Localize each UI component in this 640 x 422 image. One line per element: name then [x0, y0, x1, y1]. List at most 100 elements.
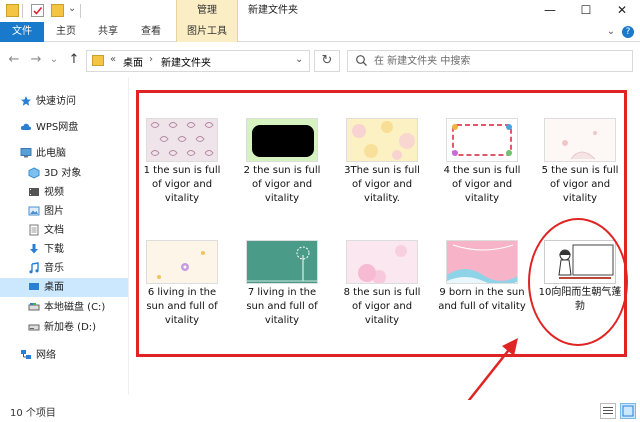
breadcrumb-new-folder[interactable]: 新建文件夹: [161, 54, 211, 69]
drive-icon: [28, 301, 40, 313]
sidebar-item-label: 桌面: [44, 282, 64, 293]
file-name: 7 living in the sun and full of vitality: [246, 287, 318, 326]
address-bar[interactable]: « 桌面 › 新建文件夹 ⌄: [86, 50, 310, 72]
image-thumbnail: [544, 118, 616, 162]
image-thumbnail: [346, 118, 418, 162]
sidebar-item-pictures[interactable]: 图片: [0, 202, 128, 221]
sidebar-item-drive-d[interactable]: 新加卷 (D:): [0, 318, 128, 337]
sidebar-item-label: 下载: [44, 244, 64, 255]
recent-locations-icon[interactable]: ⌄: [46, 52, 62, 68]
file-name: 4 the sun is full of vigor and vitality: [443, 165, 521, 204]
tab-share[interactable]: 共享: [90, 22, 126, 42]
tab-home[interactable]: 主页: [48, 22, 84, 42]
sidebar-item-drive-c[interactable]: 本地磁盘 (C:): [0, 298, 128, 317]
desktop-icon: [28, 281, 40, 293]
up-button[interactable]: ↑: [66, 52, 82, 68]
address-dropdown-icon[interactable]: ⌄: [295, 54, 303, 65]
quick-access-dropdown-icon[interactable]: ⌄: [68, 3, 76, 14]
folder-icon: [6, 4, 19, 17]
title-bar: ⌄ 管理 新建文件夹 — ☐ ✕: [0, 0, 640, 22]
maximize-button[interactable]: ☐: [568, 0, 604, 22]
file-name: 9 born in the sun and full of vitality: [438, 287, 526, 312]
image-thumbnail: [146, 240, 218, 284]
file-name: 8 the sun is full of vigor and vitality: [343, 287, 421, 326]
cloud-icon: [20, 121, 32, 133]
search-input[interactable]: [374, 54, 624, 68]
sidebar-item-videos[interactable]: 视频: [0, 183, 128, 202]
navigation-pane: 快速访问 WPS网盘 此电脑 3D 对象 视频 图片 文档 下载 音乐 桌面 本…: [0, 78, 128, 394]
download-icon: [28, 243, 40, 255]
image-thumbnail: [246, 118, 318, 162]
sidebar-item-label: 此电脑: [36, 148, 66, 159]
sidebar-item-label: 3D 对象: [44, 168, 82, 179]
computer-icon: [20, 147, 32, 159]
breadcrumb-desktop[interactable]: 桌面: [123, 54, 143, 69]
tab-view[interactable]: 查看: [133, 22, 169, 42]
music-icon: [28, 262, 40, 274]
sidebar-item-desktop[interactable]: 桌面: [0, 278, 128, 297]
sidebar-item-label: WPS网盘: [36, 122, 79, 133]
item-count: 10 个项目: [10, 408, 56, 419]
sidebar-item-label: 视频: [44, 187, 64, 198]
sidebar-item-label: 新加卷 (D:): [44, 322, 97, 333]
navigation-bar: ← → ⌄ ↑ « 桌面 › 新建文件夹 ⌄ ↻: [0, 43, 640, 77]
sidebar-item-quick-access[interactable]: 快速访问: [0, 92, 128, 111]
breadcrumb-separator-icon: ›: [149, 54, 153, 65]
ribbon-tabs: 文件 主页 共享 查看 图片工具 ⌄ ?: [0, 22, 640, 42]
sidebar-item-label: 音乐: [44, 263, 64, 274]
sidebar-item-label: 本地磁盘 (C:): [44, 302, 106, 313]
sidebar-item-music[interactable]: 音乐: [0, 259, 128, 278]
image-thumbnail: [446, 240, 518, 284]
sidebar-item-3d-objects[interactable]: 3D 对象: [0, 164, 128, 183]
new-folder-icon[interactable]: [51, 4, 64, 17]
window-title: 新建文件夹: [248, 5, 298, 16]
search-box[interactable]: [347, 50, 633, 72]
folder-icon: [92, 55, 104, 66]
divider: [80, 4, 81, 18]
annotation-arrow: [465, 338, 518, 405]
sidebar-item-this-pc[interactable]: 此电脑: [0, 144, 128, 163]
image-thumbnail: [446, 118, 518, 162]
sidebar-item-label: 图片: [44, 206, 64, 217]
network-icon: [20, 349, 32, 361]
back-button[interactable]: ←: [6, 52, 22, 68]
video-icon: [28, 186, 40, 198]
pane-splitter[interactable]: [128, 78, 129, 394]
image-thumbnail: [246, 240, 318, 284]
search-icon: [355, 54, 368, 70]
sidebar-item-wps-cloud[interactable]: WPS网盘: [0, 118, 128, 137]
sidebar-item-downloads[interactable]: 下载: [0, 240, 128, 259]
file-name: 1 the sun is full of vigor and vitality: [143, 165, 221, 204]
sidebar-item-label: 文档: [44, 225, 64, 236]
document-icon: [28, 224, 40, 236]
image-thumbnail: [146, 118, 218, 162]
help-icon[interactable]: ?: [622, 26, 634, 38]
details-view-button[interactable]: [600, 403, 616, 419]
drive-icon: [28, 321, 40, 333]
highlight-circle: [528, 218, 628, 346]
tab-file[interactable]: 文件: [0, 22, 44, 42]
refresh-button[interactable]: ↻: [314, 50, 340, 72]
large-icons-view-button[interactable]: [620, 403, 636, 419]
sidebar-item-documents[interactable]: 文档: [0, 221, 128, 240]
forward-button[interactable]: →: [28, 52, 44, 68]
status-bar: 10 个项目: [0, 400, 640, 422]
ribbon-expand-icon[interactable]: ⌄: [604, 22, 618, 42]
file-name: 3The sun is full of vigor and vitality.: [344, 165, 420, 204]
manage-tab-header: 管理: [176, 0, 238, 22]
file-name: 6 living in the sun and full of vitality: [146, 287, 218, 326]
sidebar-item-network[interactable]: 网络: [0, 346, 128, 365]
sidebar-item-label: 快速访问: [36, 96, 76, 107]
tab-picture-tools[interactable]: 图片工具: [176, 22, 238, 42]
star-icon: [20, 95, 32, 107]
divider: [22, 4, 23, 18]
breadcrumb-overflow-icon[interactable]: «: [110, 54, 116, 65]
sidebar-item-label: 网络: [36, 350, 56, 361]
file-name: 5 the sun is full of vigor and vitality: [541, 165, 619, 204]
minimize-button[interactable]: —: [532, 0, 568, 22]
image-thumbnail: [346, 240, 418, 284]
close-button[interactable]: ✕: [604, 0, 640, 22]
picture-icon: [28, 205, 40, 217]
properties-icon[interactable]: [31, 4, 44, 17]
cube-icon: [28, 167, 40, 179]
